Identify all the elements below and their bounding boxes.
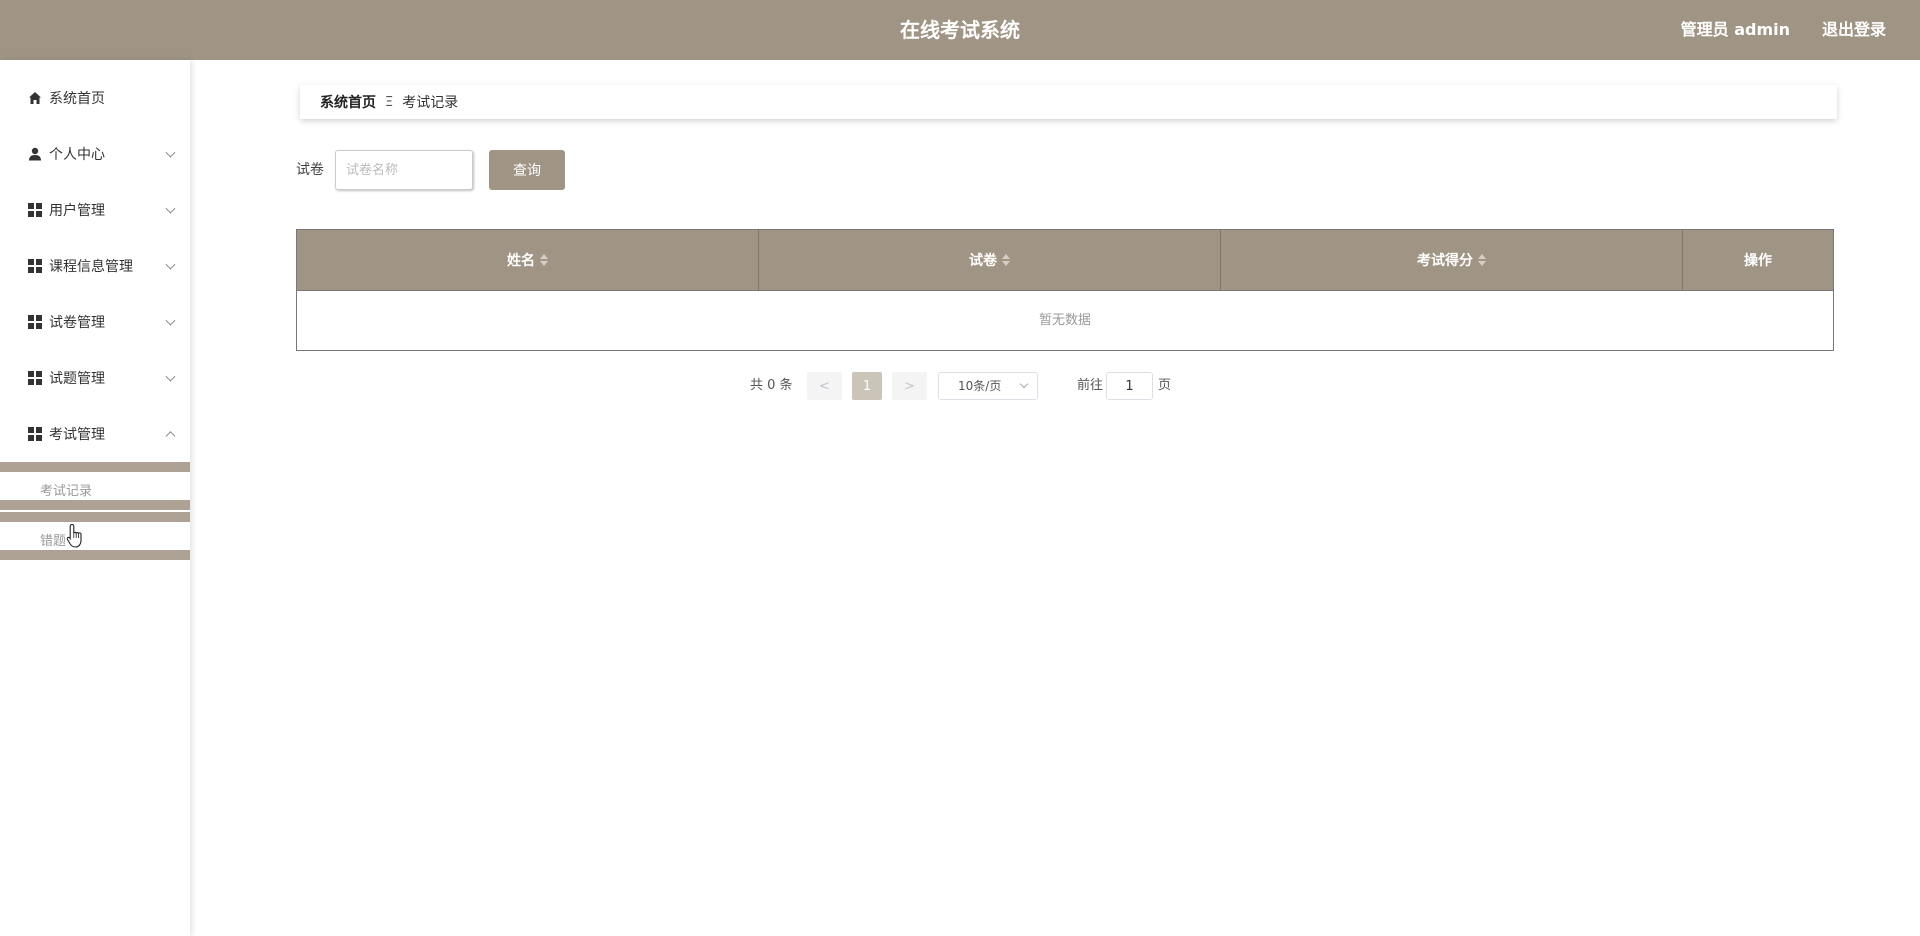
breadcrumb-current: 考试记录 xyxy=(402,95,459,111)
grid-icon xyxy=(28,259,42,273)
sidebar-item-label: 试题管理 xyxy=(49,371,105,387)
sidebar-item-label: 系统首页 xyxy=(49,91,105,107)
user-icon xyxy=(28,147,42,161)
prev-page-button[interactable]: < xyxy=(807,372,842,400)
chevron-down-icon xyxy=(165,371,176,382)
sidebar-item-label: 用户管理 xyxy=(49,203,105,219)
chevron-down-icon xyxy=(165,203,176,214)
submenu-divider xyxy=(0,500,190,510)
sort-icon xyxy=(1002,254,1010,266)
sidebar-item-users[interactable]: 用户管理 xyxy=(0,182,190,238)
sidebar-item-papers[interactable]: 试卷管理 xyxy=(0,294,190,350)
submenu-divider xyxy=(0,550,190,560)
chevron-down-icon xyxy=(165,315,176,326)
breadcrumb: 系统首页 Ξ 考试记录 xyxy=(300,85,1837,119)
goto-label: 前往 xyxy=(1077,378,1104,393)
top-bar: 在线考试系统 管理员 admin 退出登录 xyxy=(0,0,1920,60)
sidebar-item-exams[interactable]: 考试管理 xyxy=(0,406,190,462)
search-button[interactable]: 查询 xyxy=(489,150,565,190)
chevron-up-icon xyxy=(165,431,176,442)
column-header-name[interactable]: 姓名 xyxy=(297,230,759,290)
goto-page-input[interactable] xyxy=(1106,372,1153,400)
column-header-score[interactable]: 考试得分 xyxy=(1221,230,1683,290)
page-suffix-label: 页 xyxy=(1158,378,1172,393)
sort-icon xyxy=(540,254,548,266)
empty-text: 暂无数据 xyxy=(297,290,1833,350)
sidebar-item-questions[interactable]: 试题管理 xyxy=(0,350,190,406)
sidebar-item-label: 课程信息管理 xyxy=(49,259,133,275)
logout-button[interactable]: 退出登录 xyxy=(1822,0,1886,60)
sidebar-item-label: 考试管理 xyxy=(49,427,105,443)
hand-cursor-icon xyxy=(66,523,82,548)
submenu-divider xyxy=(0,512,190,522)
home-icon xyxy=(28,91,42,105)
grid-icon xyxy=(28,371,42,385)
sidebar-item-courses[interactable]: 课程信息管理 xyxy=(0,238,190,294)
sidebar-item-label: 试卷管理 xyxy=(49,315,105,331)
breadcrumb-separator-icon: Ξ xyxy=(385,94,394,110)
table-header: 姓名 试卷 考试得分 操作 xyxy=(297,230,1833,290)
page-size-select[interactable]: 10条/页 xyxy=(938,372,1038,400)
sort-icon xyxy=(1478,254,1486,266)
user-label: 管理员 admin xyxy=(1680,20,1790,39)
page-number-button[interactable]: 1 xyxy=(852,372,882,400)
sidebar-item-home[interactable]: 系统首页 xyxy=(0,70,190,126)
grid-icon xyxy=(28,315,42,329)
next-page-button[interactable]: > xyxy=(892,372,927,400)
chevron-down-icon xyxy=(165,259,176,270)
paper-name-input[interactable] xyxy=(335,150,473,190)
column-header-actions: 操作 xyxy=(1744,253,1772,269)
sidebar: 系统首页 个人中心 用户管理 课程信息管理 试卷管理 试题管理 考试管理 考试记… xyxy=(0,60,190,936)
sidebar-item-profile[interactable]: 个人中心 xyxy=(0,126,190,182)
chevron-down-icon xyxy=(1019,379,1029,389)
breadcrumb-home[interactable]: 系统首页 xyxy=(320,92,376,112)
grid-icon xyxy=(28,203,42,217)
pagination-total: 共 0 条 xyxy=(750,378,793,393)
chevron-down-icon xyxy=(165,147,176,158)
app-title: 在线考试系统 xyxy=(900,18,1020,42)
records-table: 姓名 试卷 考试得分 操作 暂无数据 xyxy=(296,229,1834,351)
submenu-divider xyxy=(0,462,190,472)
column-header-paper[interactable]: 试卷 xyxy=(759,230,1221,290)
grid-icon xyxy=(28,427,42,441)
sidebar-item-label: 个人中心 xyxy=(49,147,105,163)
search-label: 试卷 xyxy=(296,162,324,178)
